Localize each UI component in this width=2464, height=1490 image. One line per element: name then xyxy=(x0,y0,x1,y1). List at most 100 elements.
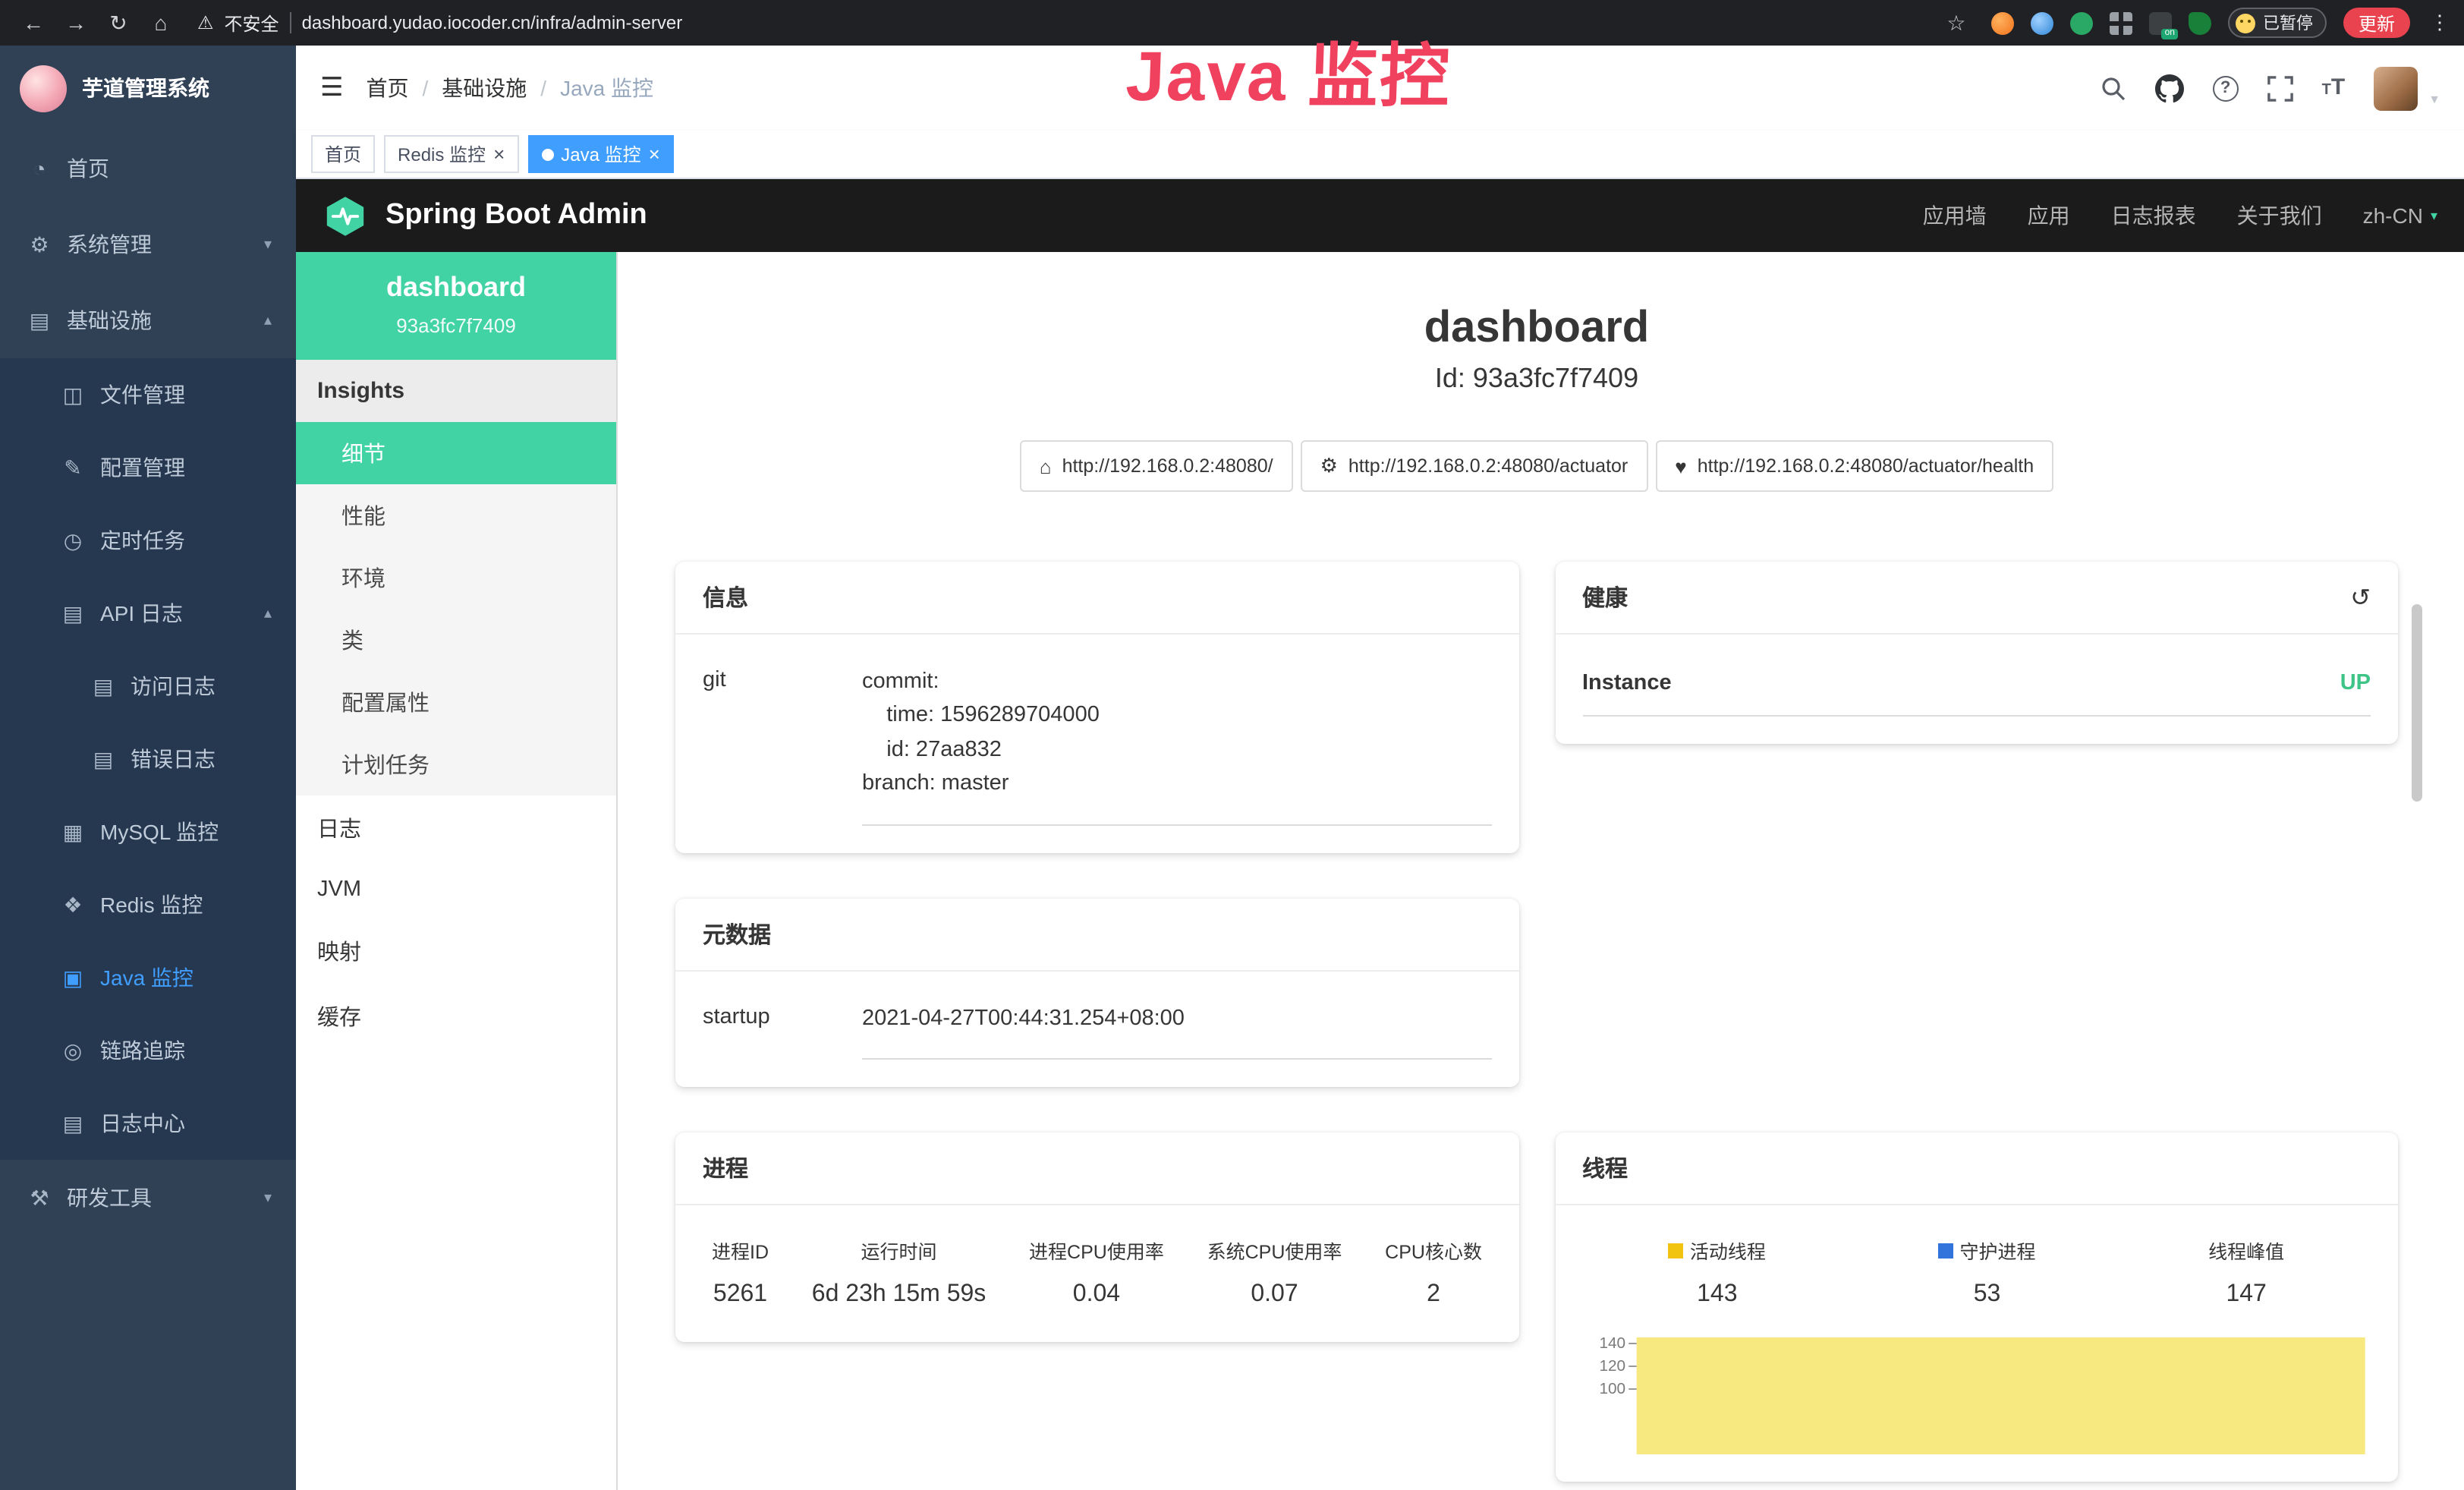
font-size-icon[interactable]: TT xyxy=(2322,74,2346,102)
close-icon[interactable]: × xyxy=(649,144,660,164)
sidebar-item-system[interactable]: ⚙ 系统管理 ▾ xyxy=(0,206,296,282)
github-icon[interactable] xyxy=(2155,74,2184,102)
threads-peak: 线程峰值 147 xyxy=(2208,1236,2284,1309)
address-bar[interactable]: ⚠ 不安全 dashboard.yudao.iocoder.cn/infra/a… xyxy=(197,10,682,36)
browser-extensions: ☆ on 已暂停 更新 ⋮ xyxy=(1938,6,2450,39)
sidebar-item-label: 访问日志 xyxy=(131,671,216,701)
sidebar-item-mysql-monitor[interactable]: ▦ MySQL 监控 xyxy=(0,795,296,868)
sba-brand-title[interactable]: Spring Boot Admin xyxy=(385,199,647,232)
help-icon[interactable]: ? xyxy=(2213,75,2239,101)
metadata-key: startup xyxy=(703,1002,862,1060)
locale-selector[interactable]: zh-CN ▾ xyxy=(2363,203,2437,228)
actuator-url-link[interactable]: ⚙ http://192.168.0.2:48080/actuator xyxy=(1301,440,1648,492)
active-dot xyxy=(541,148,553,160)
home-icon: ⌂ xyxy=(1040,455,1052,477)
collapse-sidebar-icon[interactable]: ☰ xyxy=(320,73,344,103)
sba-item-metrics[interactable]: 性能 xyxy=(296,484,616,547)
sba-nav-wall[interactable]: 应用墙 xyxy=(1923,200,1987,231)
history-icon[interactable]: ↺ xyxy=(2350,582,2371,613)
user-avatar[interactable] xyxy=(2374,66,2418,110)
instance-links: ⌂ http://192.168.0.2:48080/ ⚙ http://192… xyxy=(675,440,2398,492)
card-title: 信息 xyxy=(675,562,1518,635)
home-icon[interactable]: ⌂ xyxy=(143,6,179,39)
sba-item-caches[interactable]: 缓存 xyxy=(296,984,616,1049)
breadcrumb-home[interactable]: 首页 xyxy=(367,73,409,103)
sba-item-classes[interactable]: 类 xyxy=(296,609,616,671)
info-row-git: git commit: time: 1596289704000 id: 27aa… xyxy=(703,644,1491,826)
tag-java-monitor[interactable]: Java 监控 × xyxy=(527,135,674,173)
app-logo[interactable]: 芋道管理系统 xyxy=(0,46,296,131)
extension-icon-grid[interactable] xyxy=(2110,11,2132,34)
sba-nav-applications[interactable]: 应用 xyxy=(2028,200,2070,231)
sba-item-configprops[interactable]: 配置属性 xyxy=(296,671,616,733)
url-text[interactable]: dashboard.yudao.iocoder.cn/infra/admin-s… xyxy=(302,12,683,33)
process-col-pid: 进程ID 5261 xyxy=(712,1236,769,1309)
search-icon[interactable] xyxy=(2101,75,2126,101)
sidebar-item-scheduled-tasks[interactable]: ◷ 定时任务 xyxy=(0,504,296,577)
sidebar-item-java-monitor[interactable]: ▣ Java 监控 xyxy=(0,941,296,1014)
sidebar-item-log-center[interactable]: ▤ 日志中心 xyxy=(0,1087,296,1160)
sidebar-item-error-logs[interactable]: ▤ 错误日志 xyxy=(0,723,296,795)
sba-item-jvm[interactable]: JVM xyxy=(296,861,616,918)
sba-item-scheduled-tasks[interactable]: 计划任务 xyxy=(296,733,616,795)
security-warning-label[interactable]: 不安全 xyxy=(225,10,279,36)
sba-nav-journal[interactable]: 日志报表 xyxy=(2111,200,2196,231)
forward-icon[interactable]: → xyxy=(58,6,94,39)
caret-down-icon[interactable]: ▼ xyxy=(2428,92,2440,106)
logo-avatar xyxy=(20,65,67,112)
link-label: http://192.168.0.2:48080/actuator xyxy=(1348,455,1628,477)
sba-nav-about[interactable]: 关于我们 xyxy=(2237,200,2322,231)
paused-label: 已暂停 xyxy=(2263,11,2313,35)
sidebar-item-access-logs[interactable]: ▤ 访问日志 xyxy=(0,650,296,723)
sidebar-item-trace[interactable]: ◎ 链路追踪 xyxy=(0,1014,296,1087)
back-icon[interactable]: ← xyxy=(15,6,52,39)
link-label: http://192.168.0.2:48080/actuator/health xyxy=(1698,455,2034,477)
close-icon[interactable]: × xyxy=(493,144,505,164)
browser-menu-icon[interactable]: ⋮ xyxy=(2430,11,2450,35)
health-row-instance[interactable]: Instance UP xyxy=(1582,644,2371,717)
tags-bar: 首页 Redis 监控 × Java 监控 × xyxy=(296,131,2464,179)
tag-redis-monitor[interactable]: Redis 监控 × xyxy=(384,135,518,173)
sba-item-details[interactable]: 细节 xyxy=(296,422,616,484)
sba-header: Spring Boot Admin 应用墙 应用 日志报表 关于我们 zh-CN… xyxy=(296,179,2464,252)
extension-icon-blue[interactable] xyxy=(2031,11,2053,34)
sba-section-insights[interactable]: Insights xyxy=(296,360,616,422)
java-monitor-icon: ▣ xyxy=(61,965,85,991)
extension-icon-orange[interactable] xyxy=(1991,11,2014,34)
admin-sidebar: 芋道管理系统 ◔ 首页 ⚙ 系统管理 ▾ ▤ 基础设施 ▴ ◫ 文件管理 xyxy=(0,46,296,1490)
reload-icon[interactable]: ↻ xyxy=(100,6,137,39)
paused-extension-badge[interactable]: 已暂停 xyxy=(2228,8,2327,38)
tag-home[interactable]: 首页 xyxy=(311,135,375,173)
api-log-icon: ▤ xyxy=(61,600,85,626)
sidebar-item-devtools[interactable]: ⚒ 研发工具 ▾ xyxy=(0,1160,296,1236)
service-url-link[interactable]: ⌂ http://192.168.0.2:48080/ xyxy=(1020,440,1293,492)
sba-item-environment[interactable]: 环境 xyxy=(296,547,616,609)
scrollbar[interactable] xyxy=(2412,604,2422,802)
extension-icon-leaf[interactable] xyxy=(2189,11,2211,34)
sba-content: dashboard Id: 93a3fc7f7409 ⌂ http://192.… xyxy=(618,252,2464,1490)
bookmark-star-icon[interactable]: ☆ xyxy=(1938,6,1975,39)
extension-icon-green[interactable] xyxy=(2070,11,2093,34)
extension-icon-switch[interactable]: on xyxy=(2149,11,2172,34)
sba-item-logs[interactable]: 日志 xyxy=(296,795,616,861)
instance-header[interactable]: dashboard 93a3fc7f7409 xyxy=(296,252,616,360)
process-col-system-cpu: 系统CPU使用率 0.07 xyxy=(1207,1236,1342,1309)
redis-icon: ❖ xyxy=(61,892,85,918)
metadata-value: 2021-04-27T00:44:31.254+08:00 xyxy=(862,1002,1491,1060)
sidebar-item-home[interactable]: ◔ 首页 xyxy=(0,131,296,206)
metadata-card: 元数据 startup 2021-04-27T00:44:31.254+08:0… xyxy=(675,899,1518,1088)
sidebar-item-redis-monitor[interactable]: ❖ Redis 监控 xyxy=(0,868,296,941)
sba-item-mappings[interactable]: 映射 xyxy=(296,918,616,984)
sidebar-item-label: 定时任务 xyxy=(100,525,185,556)
sidebar-item-infrastructure[interactable]: ▤ 基础设施 ▴ xyxy=(0,282,296,358)
sidebar-item-config-management[interactable]: ✎ 配置管理 xyxy=(0,431,296,504)
health-url-link[interactable]: ♥ http://192.168.0.2:48080/actuator/heal… xyxy=(1655,440,2053,492)
update-button[interactable]: 更新 xyxy=(2343,8,2410,38)
fullscreen-icon[interactable] xyxy=(2267,75,2293,101)
annotation-overlay: Java 监控 xyxy=(1125,21,1453,121)
breadcrumb-section[interactable]: 基础设施 xyxy=(442,73,527,103)
threads-daemon: 守护进程 53 xyxy=(1938,1236,2035,1309)
spring-boot-admin-logo xyxy=(323,194,367,238)
sidebar-item-api-logs[interactable]: ▤ API 日志 ▴ xyxy=(0,577,296,650)
sidebar-item-file-management[interactable]: ◫ 文件管理 xyxy=(0,358,296,431)
